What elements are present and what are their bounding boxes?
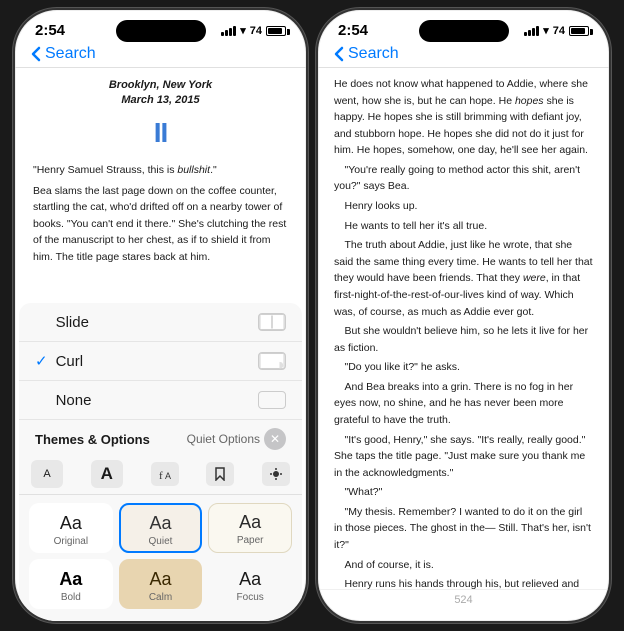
nav-bar-right: Search — [318, 43, 609, 68]
chapter-numeral: II — [33, 111, 288, 154]
curl-option[interactable]: ✓ Curl — [19, 342, 302, 381]
book-text-left: "Henry Samuel Strauss, this is bullshit.… — [33, 162, 288, 268]
theme-calm-card[interactable]: Aa Calm — [119, 559, 203, 609]
book-content-left: Brooklyn, New YorkMarch 13, 2015 II "Hen… — [15, 68, 306, 268]
book-location: Brooklyn, New YorkMarch 13, 2015 — [33, 78, 288, 109]
theme-paper-card[interactable]: Aa Paper — [208, 503, 292, 553]
curl-icon — [258, 352, 286, 370]
battery-icon — [266, 26, 286, 36]
slide-menu: ✓ Slide ✓ Curl — [19, 303, 302, 621]
brightness-icon — [269, 467, 283, 481]
font-decrease-button[interactable]: A — [31, 460, 63, 488]
theme-original-card[interactable]: Aa Original — [29, 503, 113, 553]
close-button[interactable]: ✕ — [264, 428, 286, 450]
wifi-icon-right: ▾ — [543, 24, 549, 37]
back-button-left[interactable]: Search — [31, 45, 96, 63]
quiet-label: Quiet Options — [187, 432, 260, 446]
theme-focus-card[interactable]: Aa Focus — [208, 559, 292, 609]
status-bar-right: 2:54 ▾ 74 — [318, 10, 609, 43]
back-button-right[interactable]: Search — [334, 45, 399, 63]
battery-icon-right — [569, 26, 589, 36]
time-left: 2:54 — [35, 22, 65, 39]
none-icon — [258, 391, 286, 409]
nav-bar-left: Search — [15, 43, 306, 68]
slide-icon — [258, 313, 286, 331]
status-icons-left: ▾ 74 — [221, 24, 286, 37]
time-right: 2:54 — [338, 22, 368, 39]
battery-label: 74 — [250, 25, 262, 37]
book-header: Brooklyn, New YorkMarch 13, 2015 II — [33, 78, 288, 154]
slide-option[interactable]: ✓ Slide — [19, 303, 302, 342]
font-style-icon: f A — [157, 467, 173, 481]
theme-bold-card[interactable]: Aa Bold — [29, 559, 113, 609]
themes-title: Themes & Options — [35, 432, 150, 447]
bookmark-button[interactable] — [206, 462, 234, 486]
font-increase-button[interactable]: A — [91, 460, 123, 488]
status-bar-left: 2:54 ▾ 74 — [15, 10, 306, 43]
svg-text:A: A — [165, 471, 171, 481]
signal-icon-right — [524, 26, 539, 36]
battery-label-right: 74 — [553, 25, 565, 37]
font-controls: A A f A — [19, 454, 302, 495]
book-content-right: He does not know what happened to Addie,… — [318, 68, 609, 589]
page-number: 524 — [318, 589, 609, 610]
theme-quiet-card[interactable]: Aa Quiet — [119, 503, 203, 553]
none-option[interactable]: ✓ None — [19, 381, 302, 420]
left-phone: 2:54 ▾ 74 Search — [13, 8, 308, 623]
wifi-icon: ▾ — [240, 24, 246, 37]
overlay-panel: ✓ Slide ✓ Curl — [15, 303, 306, 621]
chevron-left-icon-right — [334, 46, 344, 62]
bookmark-icon — [214, 467, 226, 481]
right-phone: 2:54 ▾ 74 Search — [316, 8, 611, 623]
svg-text:f: f — [159, 470, 163, 481]
signal-icon — [221, 26, 236, 36]
status-icons-right: ▾ 74 — [524, 24, 589, 37]
font-style-button[interactable]: f A — [151, 462, 179, 486]
chevron-left-icon — [31, 46, 41, 62]
brightness-button[interactable] — [262, 462, 290, 486]
themes-header: Themes & Options Quiet Options ✕ — [19, 420, 302, 454]
theme-grid: Aa Original Aa Quiet Aa — [19, 495, 302, 621]
